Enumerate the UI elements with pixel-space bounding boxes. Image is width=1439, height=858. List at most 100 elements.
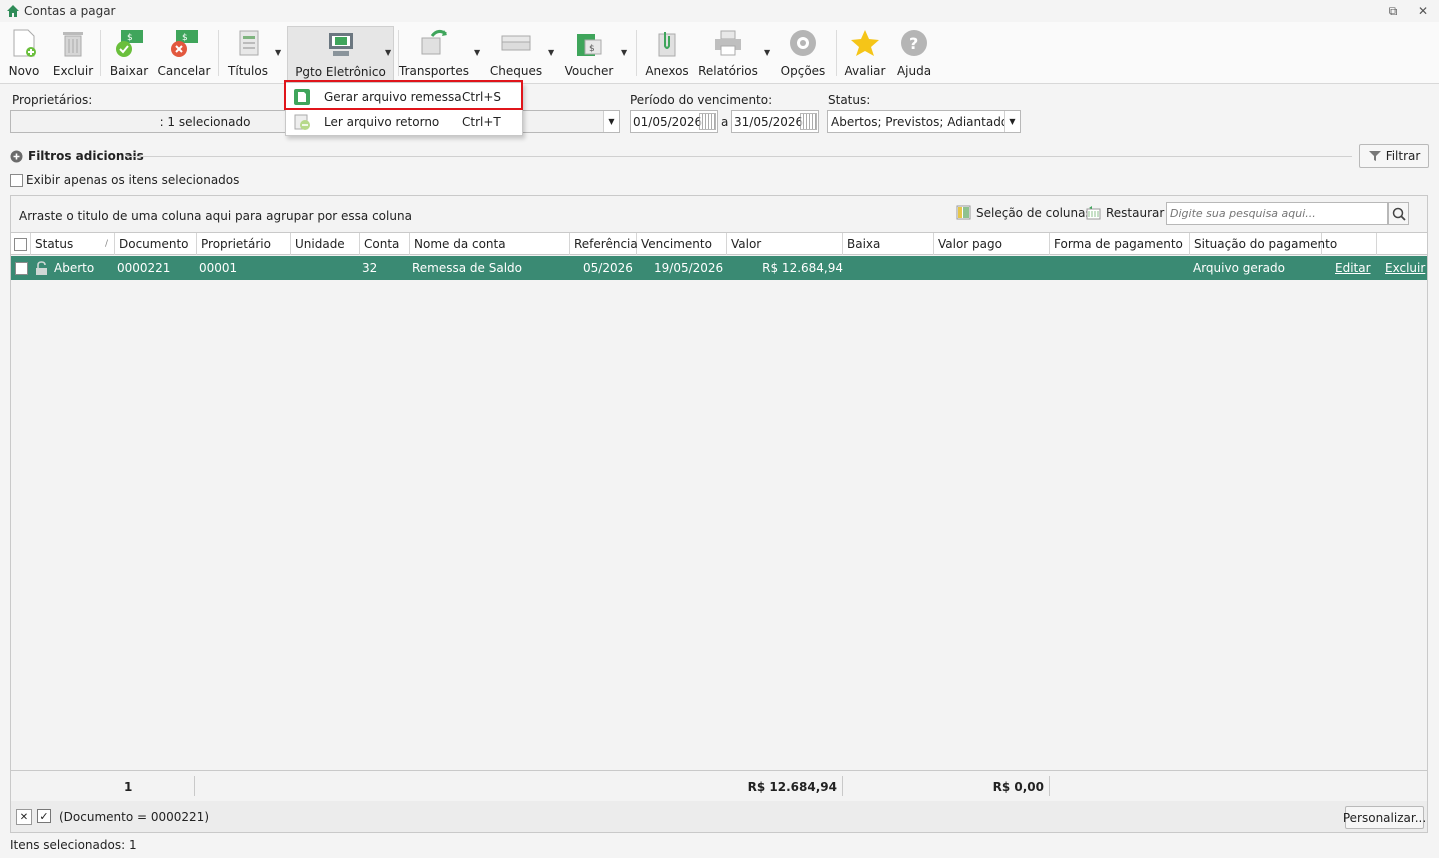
column-header-documento[interactable]: Documento [115,233,197,255]
group-hint: Arraste o titulo de uma coluna aqui para… [19,209,412,223]
cell-status: Aberto [54,261,95,275]
column-header-conta[interactable]: Conta [360,233,410,255]
sort-icon: / [104,239,108,249]
owners-label: Proprietários: [12,93,93,107]
column-header-nome-conta[interactable]: Nome da conta [410,233,570,255]
owners-value: : 1 selecionado [159,114,251,129]
restore-window-icon[interactable]: ⧉ [1386,4,1400,18]
column-header-baixa[interactable]: Baixa [843,233,934,255]
plus-circle-icon [10,150,23,162]
row-checkbox[interactable] [15,261,28,275]
column-header-forma-pagamento[interactable]: Forma de pagamento [1050,233,1190,255]
restore-columns-icon [1086,206,1101,220]
svg-text:$: $ [182,33,188,43]
filter-expression-bar: ✕ ✓ (Documento = 0000221) Personalizar..… [10,801,1428,833]
grid-footer: 1 R$ 12.684,94 R$ 0,00 [11,770,1427,801]
help-button[interactable]: ? Ajuda [894,26,934,82]
filter-expression[interactable]: (Documento = 0000221) [59,810,209,824]
electronic-payment-button[interactable]: Pgto Eletrônico [287,26,394,82]
money-cancel-icon: $ [167,26,201,60]
cancel-button[interactable]: $ Cancelar [158,26,210,82]
checkbox[interactable] [10,173,23,187]
column-header-edit [1322,233,1377,255]
settle-button[interactable]: $ Baixar [110,26,148,82]
column-header-situacao[interactable]: Situação do pagamento [1190,233,1337,255]
column-header-proprietario[interactable]: Proprietário [197,233,291,255]
clear-filter-icon[interactable]: ✕ [16,809,32,825]
customize-button[interactable]: Personalizar... [1343,806,1426,829]
restore-button[interactable]: Restaurar [1086,205,1164,220]
star-icon [848,26,882,60]
calendar-icon[interactable] [699,113,716,130]
delete-button[interactable]: Excluir [52,26,94,82]
new-button[interactable]: Novo [6,26,42,82]
rate-button[interactable]: Avaliar [844,26,886,82]
transfer-icon [417,26,451,60]
titles-button[interactable]: Títulos [226,26,270,82]
trash-icon [56,26,90,60]
group-panel: Arraste o titulo de uma coluna aqui para… [11,196,1427,233]
status-label: Status: [828,93,871,107]
column-header-valor[interactable]: Valor [727,233,843,255]
toolbar-separator [100,30,101,76]
unlock-icon [35,256,48,280]
electronic-payment-dropdown-icon[interactable]: ▼ [385,48,391,57]
svg-text:$: $ [589,44,595,54]
payment-terminal-icon [324,27,358,61]
checks-icon [499,26,533,60]
column-header-valor-pago[interactable]: Valor pago [934,233,1050,255]
date-from-input[interactable]: 01/05/2026 [630,110,718,133]
voucher-icon: $ [572,26,606,60]
reports-dropdown-icon[interactable]: ▼ [764,48,770,57]
delete-link[interactable]: Excluir [1385,256,1425,280]
voucher-button[interactable]: $ Voucher [564,26,614,82]
printer-icon [711,26,745,60]
table-row[interactable]: Aberto 0000221 00001 32 Remessa de Saldo… [11,256,1427,280]
options-button[interactable]: Opções [780,26,826,82]
cell-valor: R$ 12.684,94 [762,261,843,275]
close-window-icon[interactable]: ✕ [1416,4,1430,18]
chevron-down-icon[interactable]: ▼ [1004,111,1020,132]
chevron-down-icon[interactable]: ▼ [603,111,619,132]
additional-filters-toggle[interactable]: Filtros adicionais [10,149,144,163]
reports-button[interactable]: Relatórios [698,26,758,82]
shortcut-label: Ctrl+T [462,115,501,129]
paperclip-icon [650,26,684,60]
divider [126,156,1352,157]
search-button[interactable] [1388,202,1409,225]
cell-vencimento: 19/05/2026 [654,261,724,275]
column-header-unidade[interactable]: Unidade [291,233,360,255]
select-all-checkbox[interactable] [14,237,27,251]
toolbar-separator [636,30,637,76]
column-header-referencia[interactable]: Referência [570,233,638,255]
column-header-vencimento[interactable]: Vencimento [637,233,727,255]
transport-button[interactable]: Transportes [399,26,469,82]
row-checkbox-cell[interactable] [15,256,28,280]
edit-link[interactable]: Editar [1335,256,1371,280]
titles-icon [231,26,265,60]
footer-separator [1049,776,1050,796]
status-select[interactable]: Abertos; Previstos; Adiantados ▼ [827,110,1021,133]
column-header-status[interactable]: Status / [31,233,115,255]
checks-button[interactable]: Cheques [490,26,542,82]
voucher-dropdown-icon[interactable]: ▼ [621,48,627,57]
titles-dropdown-icon[interactable]: ▼ [275,48,281,57]
filter-enabled-checkbox[interactable]: ✓ [37,809,51,823]
column-selection-button[interactable]: Seleção de colunas [956,205,1092,220]
footer-count: 1 [124,780,133,794]
search-input[interactable] [1166,202,1388,225]
attachments-button[interactable]: Anexos [644,26,690,82]
home-icon [7,5,19,17]
cell-proprietario: 00001 [199,261,238,275]
date-separator: a [721,115,729,129]
footer-valor-pago-total: R$ 0,00 [992,780,1044,794]
menu-item-read-return[interactable]: Ler arquivo retorno Ctrl+T [288,110,520,134]
transport-dropdown-icon[interactable]: ▼ [474,48,480,57]
only-selected-checkbox[interactable]: Exibir apenas os itens selecionados [10,173,239,187]
checks-dropdown-icon[interactable]: ▼ [548,48,554,57]
calendar-icon[interactable] [800,113,817,130]
date-to-input[interactable]: 31/05/2026 [731,110,819,133]
funnel-icon [1368,151,1381,161]
filter-button[interactable]: Filtrar [1359,144,1429,168]
cell-nome-conta: Remessa de Saldo [412,261,523,275]
